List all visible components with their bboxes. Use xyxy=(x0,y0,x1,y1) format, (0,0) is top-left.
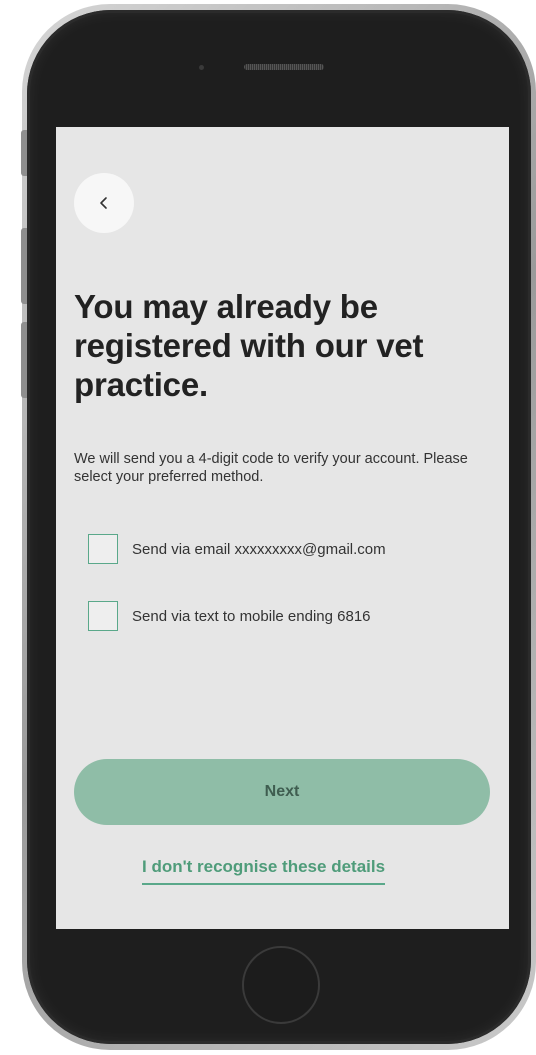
sms-checkbox[interactable] xyxy=(88,601,118,631)
back-button[interactable] xyxy=(74,173,134,233)
home-button[interactable] xyxy=(242,946,320,1024)
app-screen: You may already be registered with our v… xyxy=(56,127,509,929)
dont-recognise-link[interactable]: I don't recognise these details xyxy=(142,857,386,885)
chevron-left-icon xyxy=(100,197,107,209)
sms-option-label: Send via text to mobile ending 6816 xyxy=(132,607,371,625)
page-subtitle: We will send you a 4-digit code to verif… xyxy=(74,451,468,485)
next-button[interactable]: Next xyxy=(74,759,490,825)
front-camera xyxy=(199,65,204,70)
email-option-label: Send via email xxxxxxxxx@gmail.com xyxy=(132,540,386,558)
email-checkbox[interactable] xyxy=(88,534,118,564)
sms-option[interactable]: Send via text to mobile ending 6816 xyxy=(88,601,371,631)
email-option[interactable]: Send via email xxxxxxxxx@gmail.com xyxy=(88,534,386,564)
page-title: You may already be registered with our v… xyxy=(74,288,424,403)
earpiece-speaker xyxy=(244,64,324,70)
